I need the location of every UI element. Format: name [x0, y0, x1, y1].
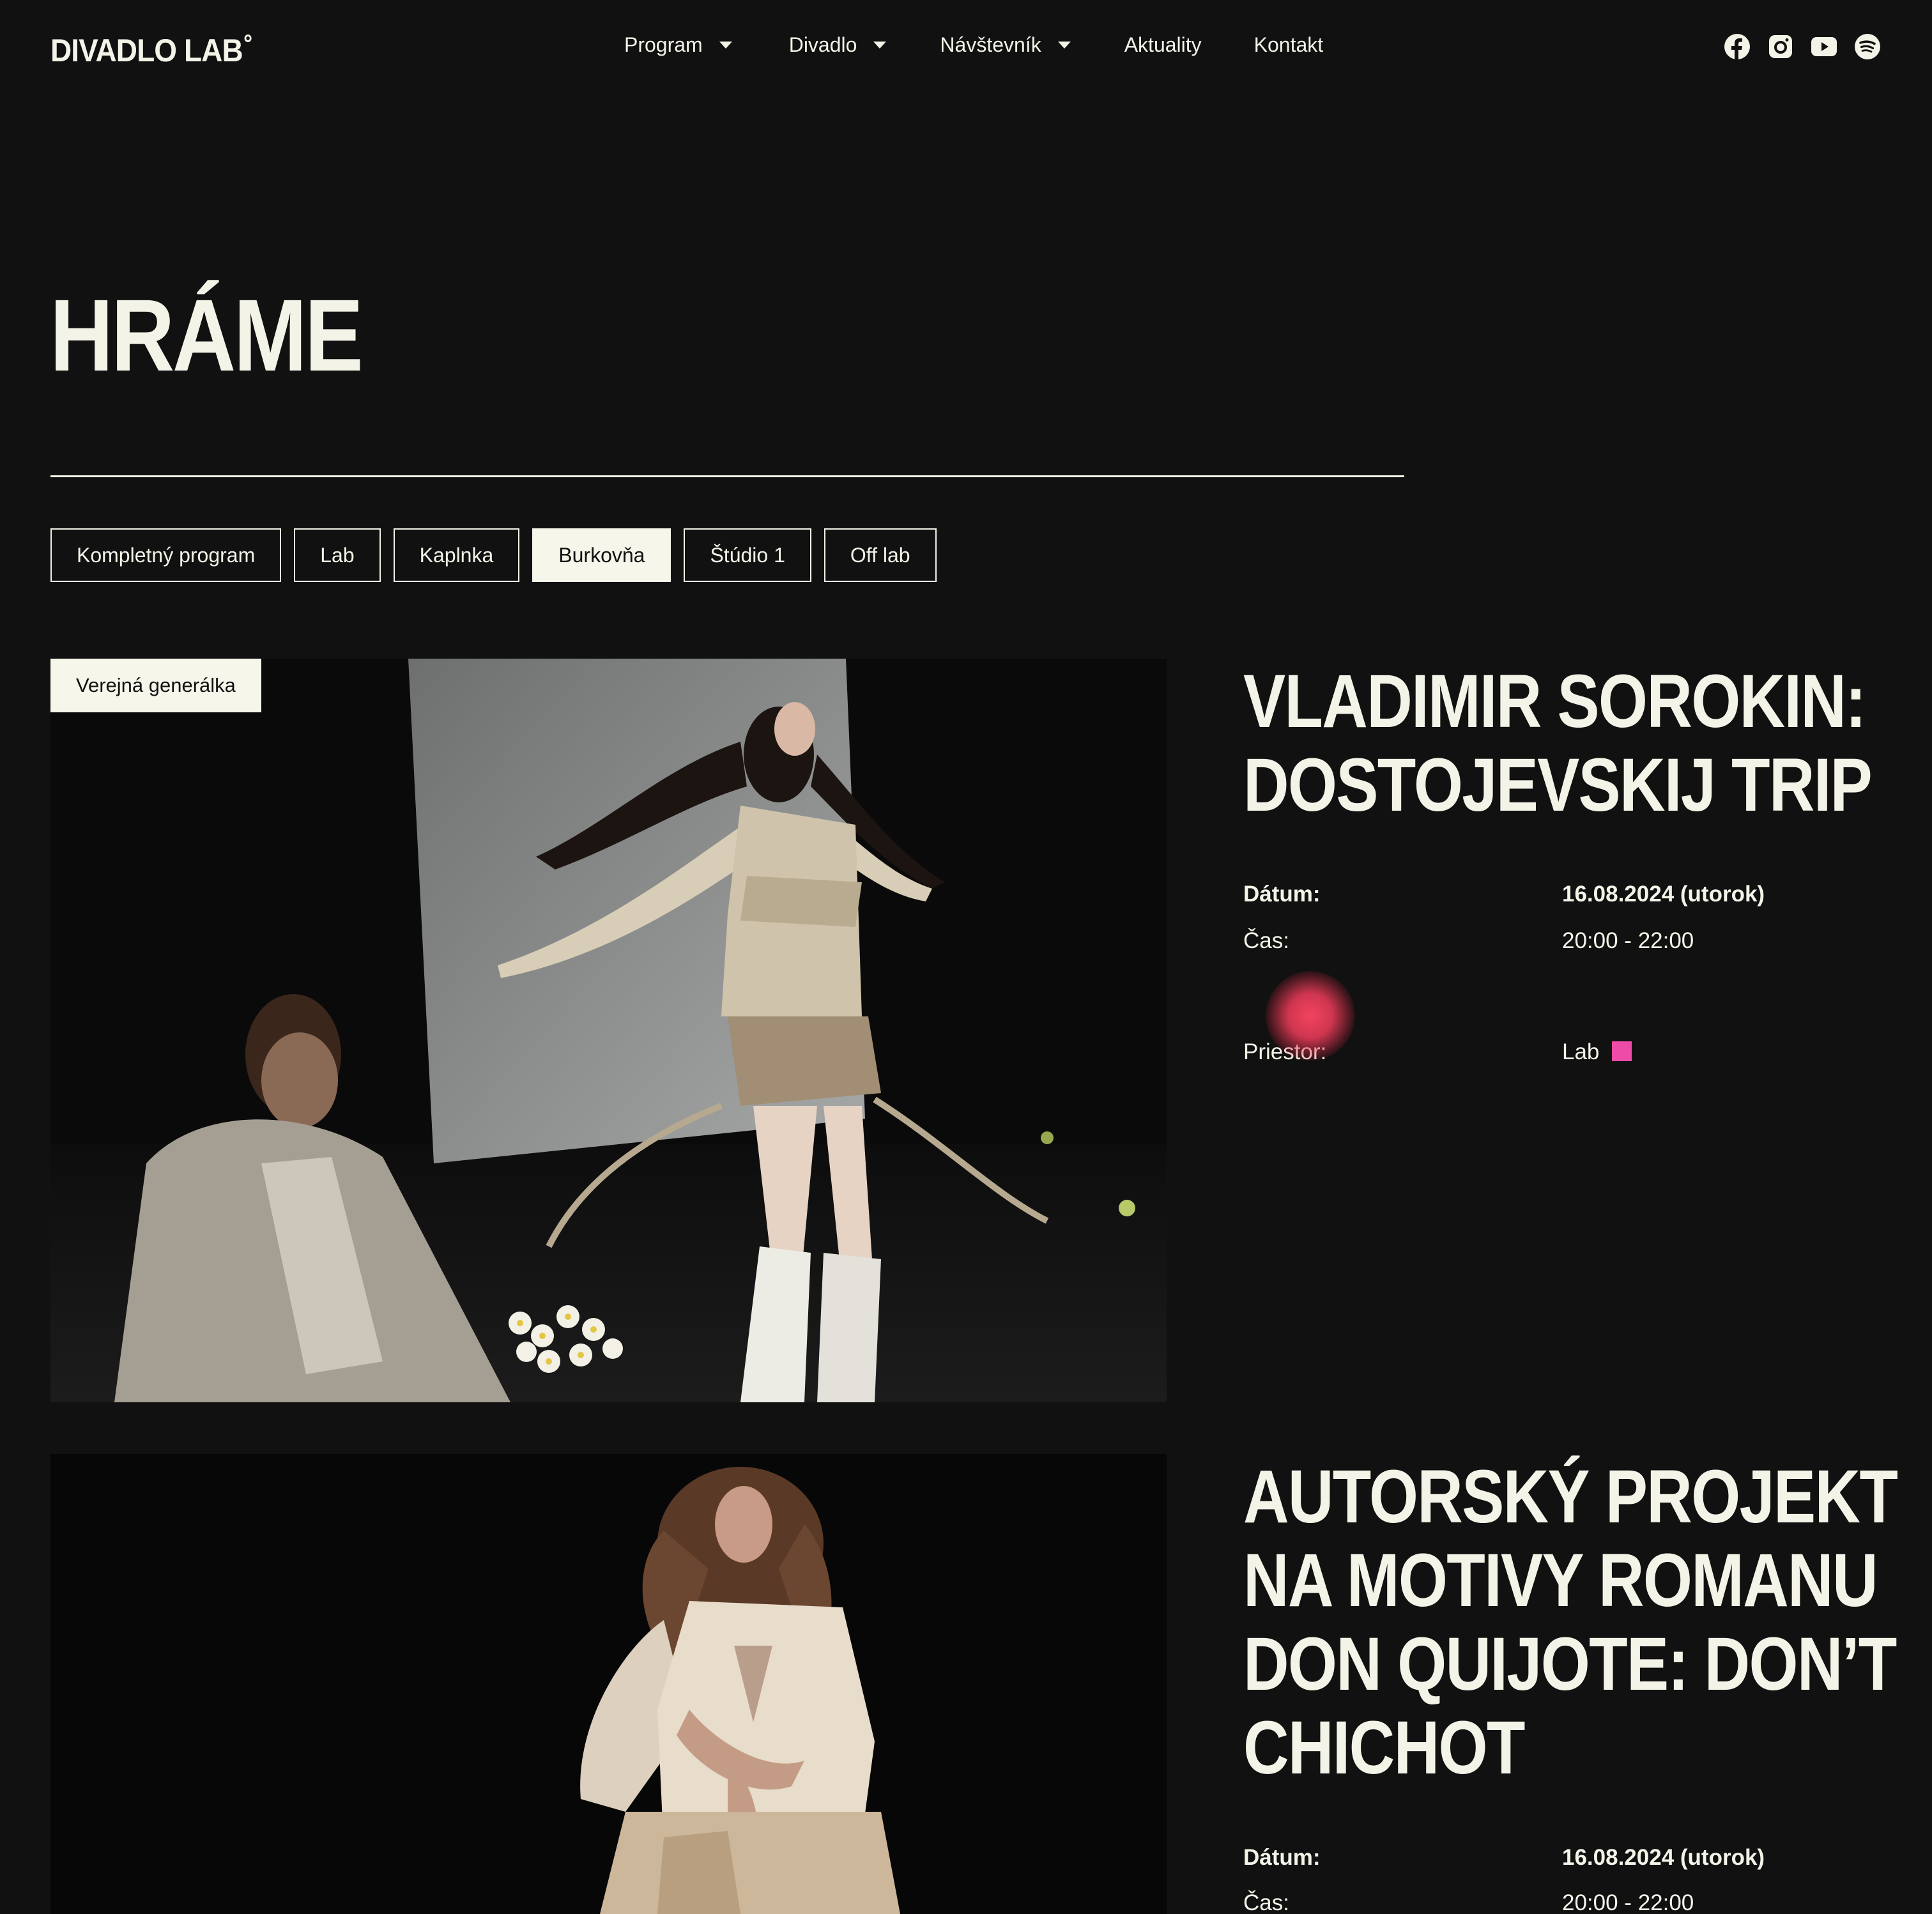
- stage-photo: [50, 1454, 1167, 1914]
- nav-label: Návštevník: [940, 33, 1041, 56]
- caret-down-icon: [719, 42, 732, 49]
- main-nav: Program Divadlo Návštevník Aktuality Kon…: [624, 33, 1323, 57]
- youtube-icon[interactable]: [1811, 34, 1837, 59]
- filter-kaplnka[interactable]: Kaplnka: [393, 528, 520, 582]
- venue-label: Priestor:: [1243, 1039, 1327, 1064]
- page: DIVADLO LAB Program Divadlo Návštevník A…: [0, 0, 1932, 1914]
- facebook-icon[interactable]: [1724, 34, 1750, 59]
- nav-item-navstevnik[interactable]: Návštevník: [940, 33, 1071, 57]
- nav-label: Aktuality: [1124, 33, 1202, 56]
- page-title: HRÁME: [50, 278, 364, 392]
- nav-label: Kontakt: [1254, 33, 1324, 56]
- time-value: 20:00 - 22:00: [1562, 1890, 1694, 1914]
- nav-item-kontakt[interactable]: Kontakt: [1254, 33, 1324, 57]
- title-divider: [50, 475, 1404, 477]
- spotify-icon[interactable]: [1855, 34, 1880, 59]
- time-label: Čas:: [1243, 1890, 1289, 1914]
- site-logo[interactable]: DIVADLO LAB: [50, 32, 252, 69]
- event-title[interactable]: AUTORSKÝ PROJEKT NA MOTIVY ROMANU DON QU…: [1243, 1455, 1898, 1790]
- caret-down-icon: [1057, 42, 1071, 49]
- event-image[interactable]: [50, 1454, 1167, 1914]
- filter-kompletny-program[interactable]: Kompletný program: [50, 528, 282, 582]
- time-label: Čas:: [1243, 928, 1289, 953]
- filter-lab[interactable]: Lab: [294, 528, 381, 582]
- nav-item-program[interactable]: Program: [624, 33, 732, 57]
- nav-item-aktuality[interactable]: Aktuality: [1124, 33, 1202, 57]
- venue-value: Lab: [1562, 1039, 1632, 1065]
- stage-photo: [50, 659, 1167, 1402]
- date-value: 16.08.2024 (utorok): [1562, 882, 1765, 907]
- event-image[interactable]: Verejná generálka: [50, 659, 1167, 1402]
- nav-item-divadlo[interactable]: Divadlo: [789, 33, 887, 57]
- logo-mark-icon: [244, 34, 252, 42]
- caret-down-icon: [873, 42, 887, 49]
- time-value: 20:00 - 22:00: [1562, 928, 1694, 953]
- logo-text: DIVADLO LAB: [50, 33, 243, 68]
- date-label: Dátum:: [1243, 882, 1321, 907]
- date-label: Dátum:: [1243, 1845, 1321, 1870]
- social-links: [1724, 34, 1880, 59]
- nav-label: Divadlo: [788, 33, 857, 56]
- nav-label: Program: [624, 33, 703, 56]
- venue-filters: Kompletný program Lab Kaplnka Burkovňa Š…: [50, 528, 937, 582]
- venue-name: Lab: [1562, 1039, 1600, 1064]
- event-badge: Verejná generálka: [50, 659, 261, 712]
- filter-studio-1[interactable]: Štúdio 1: [684, 528, 811, 582]
- filter-off-lab[interactable]: Off lab: [824, 528, 937, 582]
- event-title[interactable]: VLADIMIR SOROKIN: DOSTOJEVSKIJ TRIP: [1243, 660, 1898, 827]
- instagram-icon[interactable]: [1768, 34, 1793, 59]
- date-value: 16.08.2024 (utorok): [1562, 1845, 1765, 1870]
- venue-color-swatch: [1612, 1041, 1632, 1061]
- filter-burkovna[interactable]: Burkovňa: [532, 528, 671, 582]
